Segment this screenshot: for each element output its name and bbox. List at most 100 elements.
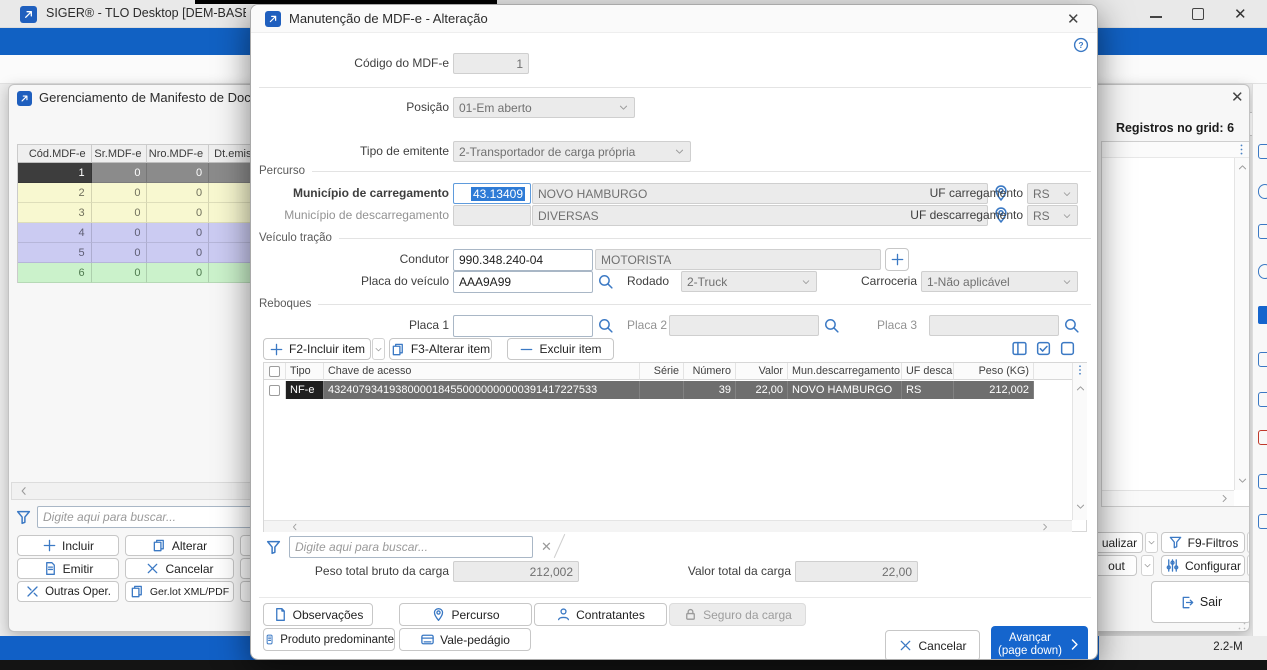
columns-icon[interactable] (1011, 340, 1028, 357)
carroceria-select[interactable]: 1-Não aplicável (921, 271, 1078, 292)
detail-vscrollbar[interactable] (1234, 158, 1250, 490)
percurso-button[interactable]: Percurso (399, 603, 532, 626)
scroll-up-icon[interactable] (1237, 162, 1248, 173)
alterar-button[interactable]: Alterar (125, 535, 234, 556)
cell-serie[interactable] (640, 381, 684, 399)
partial-icon[interactable] (1258, 224, 1267, 239)
layout-dropdown-icon[interactable] (1141, 555, 1154, 576)
resize-grip-icon[interactable] (1237, 621, 1247, 631)
atualizar-button-fragment[interactable]: ualizar (1097, 532, 1143, 553)
items-col-mun[interactable]: Mun.descarregamento (788, 363, 902, 380)
cancelar-button[interactable]: Cancelar (125, 558, 234, 579)
modal-close-icon[interactable]: ✕ (1067, 10, 1080, 28)
minimize-icon[interactable] (1150, 16, 1162, 18)
detail-hscrollbar[interactable] (1102, 490, 1234, 506)
row-checkbox-cell[interactable] (264, 381, 286, 399)
search-icon[interactable] (1063, 317, 1080, 334)
placa1-input[interactable] (453, 315, 593, 337)
cell-uf[interactable]: RS (902, 381, 954, 399)
items-col-peso[interactable]: Peso (KG) (954, 363, 1034, 380)
filter-funnel-icon[interactable] (15, 509, 32, 526)
atualizar-dropdown-icon[interactable] (1145, 532, 1158, 553)
cell-valor[interactable]: 22,00 (736, 381, 788, 399)
table-row[interactable]: 6 0 0 (17, 263, 251, 283)
table-row[interactable]: 4 0 0 (17, 223, 251, 243)
items-col-serie[interactable]: Série (640, 363, 684, 380)
row-checkbox[interactable] (269, 385, 280, 396)
partial-icon[interactable] (1258, 352, 1267, 367)
items-vscrollbar[interactable] (1072, 363, 1087, 520)
vale-pedagio-button[interactable]: Vale-pedágio (399, 628, 531, 651)
outras-oper-button[interactable]: Outras Oper. (17, 581, 119, 602)
maximize-icon[interactable] (1192, 8, 1204, 20)
incluir-button[interactable]: Incluir (17, 535, 119, 556)
partial-icon[interactable] (1258, 184, 1267, 199)
scroll-down-icon[interactable] (1075, 501, 1086, 512)
produto-predominante-button[interactable]: Produto predominante (263, 628, 395, 651)
gerlot-xml-pdf-button[interactable]: Ger.lot XML/PDF (125, 581, 234, 602)
cell-mun[interactable]: NOVO HAMBURGO (788, 381, 902, 399)
cell-chave[interactable]: 4324079341938000018455000000000039141722… (324, 381, 640, 399)
scroll-down-icon[interactable] (1237, 475, 1248, 486)
partial-icon[interactable] (1258, 474, 1267, 489)
seguro-carga-button[interactable]: Seguro da carga (669, 603, 806, 626)
avancar-button[interactable]: Avançar (page down) (991, 626, 1088, 660)
header-checkbox-cell[interactable] (264, 363, 286, 380)
partial-icon[interactable] (1258, 264, 1267, 279)
grid-col-sr[interactable]: Sr.MDF-e (92, 145, 148, 163)
f9-filtros-button[interactable]: F9-Filtros (1161, 532, 1245, 553)
table-row[interactable]: NF-e 43240793419380000184550000000000391… (264, 381, 1072, 399)
posicao-select[interactable]: 01-Em aberto (453, 97, 635, 118)
items-col-uf[interactable]: UF descarreg. (902, 363, 954, 380)
help-icon[interactable]: ? (1073, 37, 1089, 53)
excluir-item-button[interactable]: Excluir item (507, 338, 614, 360)
cell-numero[interactable]: 39 (684, 381, 736, 399)
condutor-input[interactable] (453, 249, 593, 271)
modal-cancelar-button[interactable]: Cancelar (885, 630, 980, 660)
table-row[interactable]: 2 0 0 (17, 183, 251, 203)
contratantes-button[interactable]: Contratantes (534, 603, 667, 626)
select-all-checkbox[interactable] (269, 366, 280, 377)
kebab-menu-icon[interactable] (1235, 143, 1248, 156)
grid-col-dtemis[interactable]: Dt.emis (209, 145, 251, 163)
configurar-button[interactable]: Configurar (1161, 555, 1245, 576)
partial-icon[interactable] (1258, 306, 1267, 324)
cell-peso[interactable]: 212,002 (954, 381, 1034, 399)
grid-col-nro[interactable]: Nro.MDF-e (147, 145, 209, 163)
partial-icon[interactable] (1258, 430, 1267, 445)
uf-descarreg-select[interactable]: RS (1027, 205, 1078, 226)
grid-hscrollbar[interactable] (11, 482, 251, 500)
items-col-chave[interactable]: Chave de acesso (324, 363, 640, 380)
scroll-up-icon[interactable] (1075, 383, 1086, 394)
cell-tipo[interactable]: NF-e (286, 381, 324, 399)
filter-funnel-icon[interactable] (265, 539, 282, 556)
items-col-tipo[interactable]: Tipo (286, 363, 324, 380)
manifest-close-icon[interactable]: ✕ (1231, 88, 1244, 106)
sair-button[interactable]: Sair (1151, 581, 1250, 623)
kebab-menu-icon[interactable] (1074, 364, 1086, 376)
emitir-button[interactable]: Emitir (17, 558, 119, 579)
table-row[interactable]: 5 0 0 (17, 243, 251, 263)
table-row[interactable]: 1 0 0 (17, 163, 251, 183)
uf-carreg-select[interactable]: RS (1027, 183, 1078, 204)
f2-incluir-item-button[interactable]: F2-Incluir item (263, 338, 371, 360)
tipo-emitente-select[interactable]: 2-Transportador de carga própria (453, 141, 691, 162)
clear-search-icon[interactable]: ✕ (541, 539, 552, 555)
checkbox-empty-icon[interactable] (1059, 340, 1076, 357)
configurar-dropdown-icon[interactable] (1247, 555, 1250, 576)
grid-col-cod[interactable]: Cód.MDF-e (18, 145, 92, 163)
partial-icon[interactable] (1258, 514, 1267, 529)
mun-carreg-code-input[interactable]: 43.13409 (453, 183, 531, 204)
f2-dropdown-icon[interactable] (372, 338, 385, 360)
layout-button-fragment[interactable]: out (1097, 555, 1137, 576)
f3-alterar-item-button[interactable]: F3-Alterar item (389, 338, 492, 360)
table-row[interactable]: 3 0 0 (17, 203, 251, 223)
partial-icon[interactable] (1258, 144, 1267, 159)
partial-icon[interactable] (1258, 392, 1267, 407)
placa-veiculo-input[interactable] (453, 271, 593, 293)
add-condutor-button[interactable] (885, 248, 909, 271)
close-icon[interactable]: ✕ (1234, 5, 1247, 23)
rodado-select[interactable]: 2-Truck (681, 271, 817, 292)
checkbox-checked-icon[interactable] (1035, 340, 1052, 357)
scroll-right-icon[interactable] (1219, 493, 1230, 504)
